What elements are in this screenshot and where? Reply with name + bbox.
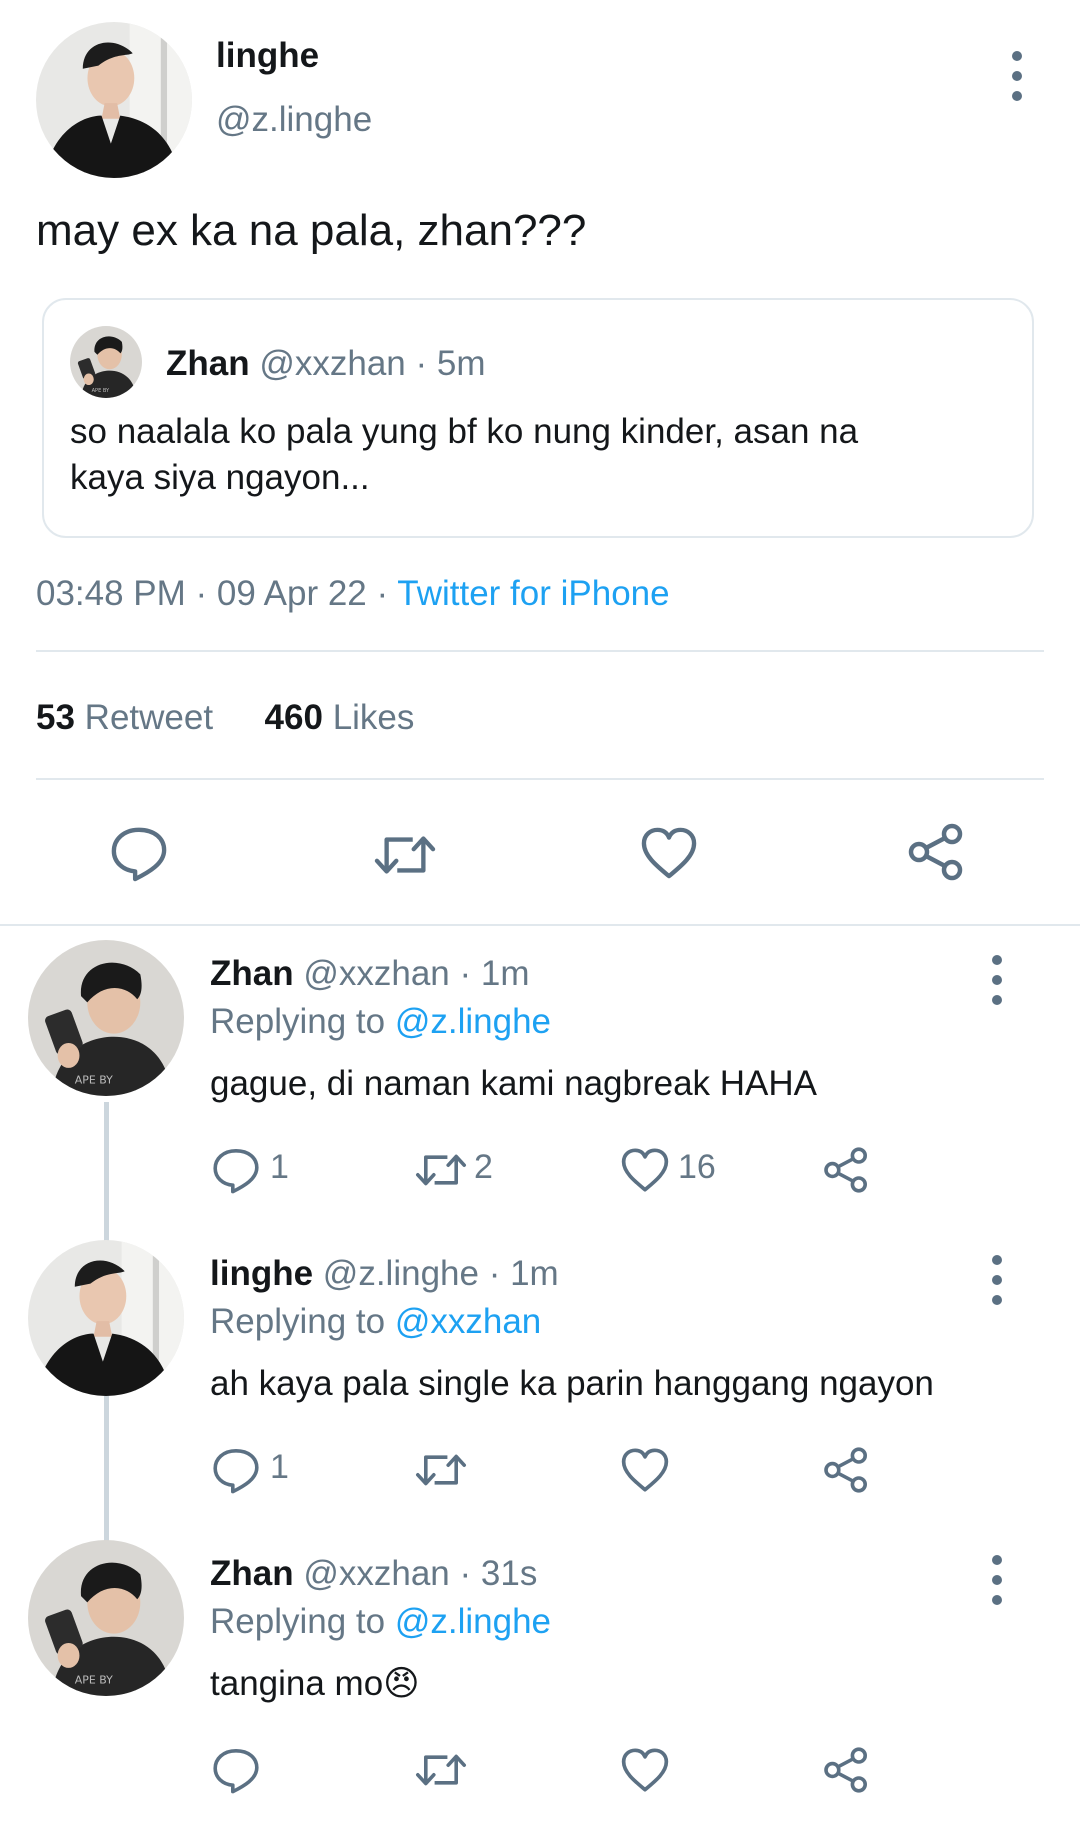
like-icon[interactable] [620, 1747, 670, 1793]
divider [0, 924, 1080, 926]
replying-to-link[interactable]: @z.linghe [395, 1602, 551, 1641]
reply-icon[interactable] [212, 1146, 260, 1194]
replying-to-label: Replying to [210, 1002, 386, 1041]
reply-tweet[interactable]: Zhan @xxzhan · 31s Replying to @z.linghe… [0, 1540, 1080, 1821]
reply-author-name[interactable]: Zhan [210, 954, 294, 993]
quoted-author-name: Zhan [166, 344, 250, 383]
reply-count: 1 [270, 1148, 289, 1186]
retweet-count: 2 [474, 1148, 493, 1186]
more-options-icon[interactable] [985, 1552, 1009, 1608]
like-icon[interactable] [620, 1147, 670, 1193]
like-icon[interactable] [640, 826, 698, 880]
divider [36, 650, 1044, 652]
reply-time: · 1m [488, 1254, 559, 1293]
reply-count: 1 [270, 1448, 289, 1486]
tweet-date: · 09 Apr 22 · [195, 574, 389, 613]
reply-author-name[interactable]: Zhan [210, 1554, 294, 1593]
reply-author-handle[interactable]: @xxzhan [303, 954, 449, 993]
quoted-tweet-card[interactable]: Zhan @xxzhan · 5m so naalala ko pala yun… [42, 298, 1034, 538]
tweet-source-link[interactable]: Twitter for iPhone [397, 574, 669, 613]
share-icon[interactable] [822, 1146, 870, 1194]
quoted-time: · 5m [415, 344, 486, 383]
share-icon[interactable] [822, 1446, 870, 1494]
angry-face-emoji-icon: 😠 [383, 1664, 420, 1703]
quoted-avatar[interactable] [70, 326, 142, 398]
quoted-text-line2: kaya siya ngayon... [70, 458, 370, 497]
retweets-count: 53 [36, 698, 75, 737]
reply-text: ah kaya pala single ka parin hanggang ng… [210, 1364, 934, 1403]
more-options-icon[interactable] [1005, 48, 1029, 104]
retweet-icon[interactable] [372, 826, 438, 884]
author-name[interactable]: linghe [216, 36, 319, 76]
retweets-stat[interactable]: 53 Retweet [36, 698, 223, 737]
reply-icon[interactable] [212, 1446, 260, 1494]
replying-to-label: Replying to [210, 1602, 386, 1641]
retweet-icon[interactable] [414, 1446, 468, 1494]
reply-tweet[interactable]: Zhan @xxzhan · 1m Replying to @z.linghe … [0, 940, 1080, 1230]
author-handle[interactable]: @z.linghe [216, 100, 372, 140]
reply-text: tangina mo [210, 1664, 384, 1703]
quoted-text-line1: so naalala ko pala yung bf ko nung kinde… [70, 412, 859, 451]
tweet-time: 03:48 PM [36, 574, 186, 613]
divider [36, 778, 1044, 780]
retweet-icon[interactable] [414, 1746, 468, 1794]
more-options-icon[interactable] [985, 1252, 1009, 1308]
retweet-icon[interactable] [414, 1146, 468, 1194]
replying-to-label: Replying to [210, 1302, 386, 1341]
quoted-author-handle: @xxzhan [259, 344, 406, 383]
reply-text: gague, di naman kami nagbreak HAHA [210, 1064, 818, 1103]
engagement-stats: 53 Retweet 460 Likes [36, 698, 414, 738]
reply-avatar[interactable] [28, 1240, 184, 1396]
likes-count: 460 [264, 698, 323, 737]
reply-icon[interactable] [212, 1746, 260, 1794]
tweet-text: may ex ka na pala, zhan??? [36, 206, 587, 255]
reply-time: · 31s [459, 1554, 538, 1593]
reply-author-handle[interactable]: @xxzhan [303, 1554, 449, 1593]
likes-stat[interactable]: 460 Likes [265, 698, 415, 737]
reply-tweet[interactable]: linghe @z.linghe · 1m Replying to @xxzha… [0, 1240, 1080, 1530]
share-icon[interactable] [906, 822, 966, 882]
likes-label: Likes [332, 698, 415, 737]
more-options-icon[interactable] [985, 952, 1009, 1008]
reply-time: · 1m [459, 954, 530, 993]
reply-author-handle[interactable]: @z.linghe [323, 1254, 479, 1293]
reply-avatar[interactable] [28, 1540, 184, 1696]
author-avatar[interactable] [36, 22, 192, 178]
like-count: 16 [678, 1148, 716, 1186]
share-icon[interactable] [822, 1746, 870, 1794]
retweets-label: Retweet [84, 698, 214, 737]
replying-to-link[interactable]: @z.linghe [395, 1002, 551, 1041]
reply-author-name[interactable]: linghe [210, 1254, 313, 1293]
reply-icon[interactable] [110, 824, 168, 882]
replying-to-link[interactable]: @xxzhan [395, 1302, 541, 1341]
reply-avatar[interactable] [28, 940, 184, 1096]
like-icon[interactable] [620, 1447, 670, 1493]
